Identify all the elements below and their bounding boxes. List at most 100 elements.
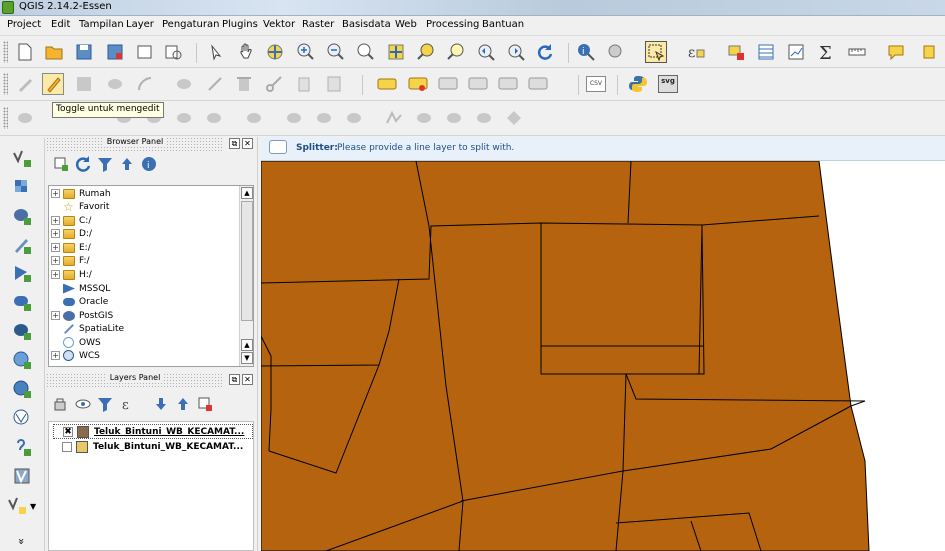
offset-curve-icon[interactable]: [243, 107, 265, 129]
menu-edit[interactable]: Edit: [51, 19, 70, 30]
add-delimited-text-layer-icon[interactable]: [11, 436, 33, 458]
reshape-features-icon[interactable]: [203, 107, 225, 129]
collapse-all-layers-icon[interactable]: [172, 393, 194, 415]
split-features-icon[interactable]: [283, 107, 305, 129]
zoom-last-icon[interactable]: [475, 41, 497, 63]
tree-item[interactable]: ☆ Favorit: [51, 200, 109, 214]
sidebar-overflow-chevron[interactable]: »: [15, 538, 28, 545]
refresh-browser-icon[interactable]: [72, 153, 94, 175]
filter-by-expression-icon[interactable]: ε: [118, 393, 140, 415]
paste-features-icon[interactable]: [323, 73, 345, 95]
tree-item[interactable]: + PostGIS: [51, 309, 113, 322]
save-project-icon[interactable]: [73, 41, 95, 63]
add-feature-icon[interactable]: [104, 73, 126, 95]
menu-layer[interactable]: Layer: [126, 19, 154, 30]
close-panel-button[interactable]: ✕: [242, 138, 253, 149]
add-virtual-layer-icon[interactable]: [11, 465, 33, 487]
python-console-icon[interactable]: [627, 73, 649, 95]
expand-icon[interactable]: +: [51, 216, 60, 225]
filter-browser-icon[interactable]: [94, 153, 116, 175]
pan-to-selection-icon[interactable]: [264, 41, 286, 63]
menu-vektor[interactable]: Vektor: [263, 19, 295, 30]
expand-icon[interactable]: +: [51, 311, 60, 320]
scroll-thumb[interactable]: [241, 201, 253, 321]
layer-visibility-checkbox[interactable]: ✖: [63, 426, 73, 437]
offset-point-symbol-icon[interactable]: [443, 107, 465, 129]
zoom-out-icon[interactable]: [324, 41, 346, 63]
menu-project[interactable]: Project: [7, 19, 41, 30]
add-postgis-layer-icon[interactable]: [11, 205, 33, 227]
node-tool-icon[interactable]: [204, 73, 226, 95]
pin-labels-icon[interactable]: [407, 73, 429, 95]
add-mssql-layer-icon[interactable]: [11, 262, 33, 284]
menu-pengaturan[interactable]: Pengaturan: [162, 19, 219, 30]
rotate-label-icon[interactable]: [527, 73, 549, 95]
zoom-next-icon[interactable]: [505, 41, 527, 63]
expand-icon[interactable]: +: [51, 243, 60, 252]
new-shapefile-layer-icon[interactable]: [6, 494, 28, 516]
add-wms-layer-icon[interactable]: [11, 349, 33, 371]
zoom-to-layer-icon[interactable]: [415, 41, 437, 63]
close-panel-button[interactable]: ✕: [242, 374, 253, 385]
zoom-actual-size-icon[interactable]: [354, 41, 376, 63]
menu-raster[interactable]: Raster: [302, 19, 334, 30]
tree-item[interactable]: + Rumah: [51, 187, 111, 200]
expand-icon[interactable]: +: [51, 189, 60, 198]
show-hide-labels-icon[interactable]: [467, 73, 489, 95]
pan-map-icon[interactable]: [235, 41, 257, 63]
merge-features-icon[interactable]: [343, 107, 365, 129]
menu-processing[interactable]: Processing: [426, 19, 479, 30]
zoom-to-selection-icon[interactable]: [445, 41, 467, 63]
touch-zoom-icon[interactable]: [205, 41, 227, 63]
deselect-features-icon[interactable]: [725, 41, 747, 63]
tree-item[interactable]: + C:/: [51, 214, 91, 227]
tree-item[interactable]: SpatiaLite: [51, 322, 124, 335]
expand-icon[interactable]: +: [51, 270, 60, 279]
expand-icon[interactable]: +: [51, 256, 60, 265]
simplify-feature-icon[interactable]: [383, 107, 405, 129]
float-panel-button[interactable]: ⧉: [229, 374, 240, 385]
add-spatialite-layer-icon[interactable]: [11, 234, 33, 256]
open-project-icon[interactable]: [43, 41, 65, 63]
save-as-icon[interactable]: [104, 41, 126, 63]
rotate-point-symbols-icon[interactable]: [413, 107, 435, 129]
menu-web[interactable]: Web: [395, 19, 417, 30]
new-project-icon[interactable]: [14, 41, 36, 63]
filter-legend-icon[interactable]: [94, 393, 116, 415]
toolbar-grip[interactable]: [3, 41, 8, 63]
menu-tampilan[interactable]: Tampilan: [79, 19, 124, 30]
add-oracle-layer-icon[interactable]: [11, 291, 33, 313]
add-raster-layer-icon[interactable]: [11, 176, 33, 198]
menu-basisdata[interactable]: Basisdata: [342, 19, 391, 30]
select-by-expression-icon[interactable]: ε: [685, 41, 707, 63]
new-bookmark-icon[interactable]: [918, 41, 940, 63]
open-layer-styling-icon[interactable]: [50, 393, 72, 415]
toolbar-grip[interactable]: [3, 107, 8, 129]
composer-manager-icon[interactable]: [162, 41, 184, 63]
add-wfs-layer-icon[interactable]: [11, 407, 33, 429]
refresh-icon[interactable]: [534, 41, 556, 63]
expand-icon[interactable]: +: [51, 351, 60, 360]
toggle-editing-icon[interactable]: [42, 73, 64, 95]
add-vector-layer-icon[interactable]: [11, 147, 33, 169]
expand-icon[interactable]: +: [51, 229, 60, 238]
add-selected-layers-icon[interactable]: [50, 153, 72, 175]
identify-features-icon[interactable]: i: [575, 41, 597, 63]
manage-map-themes-icon[interactable]: [72, 393, 94, 415]
tree-item[interactable]: Oracle: [51, 295, 108, 308]
browser-scrollbar[interactable]: ▲ ▲ ▼: [239, 186, 253, 366]
measure-line-icon[interactable]: [846, 41, 868, 63]
remove-layer-icon[interactable]: [194, 393, 216, 415]
expand-all-icon[interactable]: [150, 393, 172, 415]
tree-item[interactable]: + E:/: [51, 241, 91, 254]
scroll-down-icon[interactable]: ▲: [241, 339, 253, 351]
current-edits-icon[interactable]: [14, 73, 36, 95]
move-feature-icon[interactable]: [173, 73, 195, 95]
scroll-down-icon[interactable]: ▼: [241, 352, 253, 364]
float-panel-button[interactable]: ⧉: [229, 138, 240, 149]
collapse-all-icon[interactable]: [116, 153, 138, 175]
add-wcs-layer-icon[interactable]: [11, 378, 33, 400]
dropdown-arrow-icon[interactable]: ▼: [30, 502, 36, 511]
scroll-up-icon[interactable]: ▲: [241, 187, 253, 199]
merge-attributes-icon[interactable]: [473, 107, 495, 129]
